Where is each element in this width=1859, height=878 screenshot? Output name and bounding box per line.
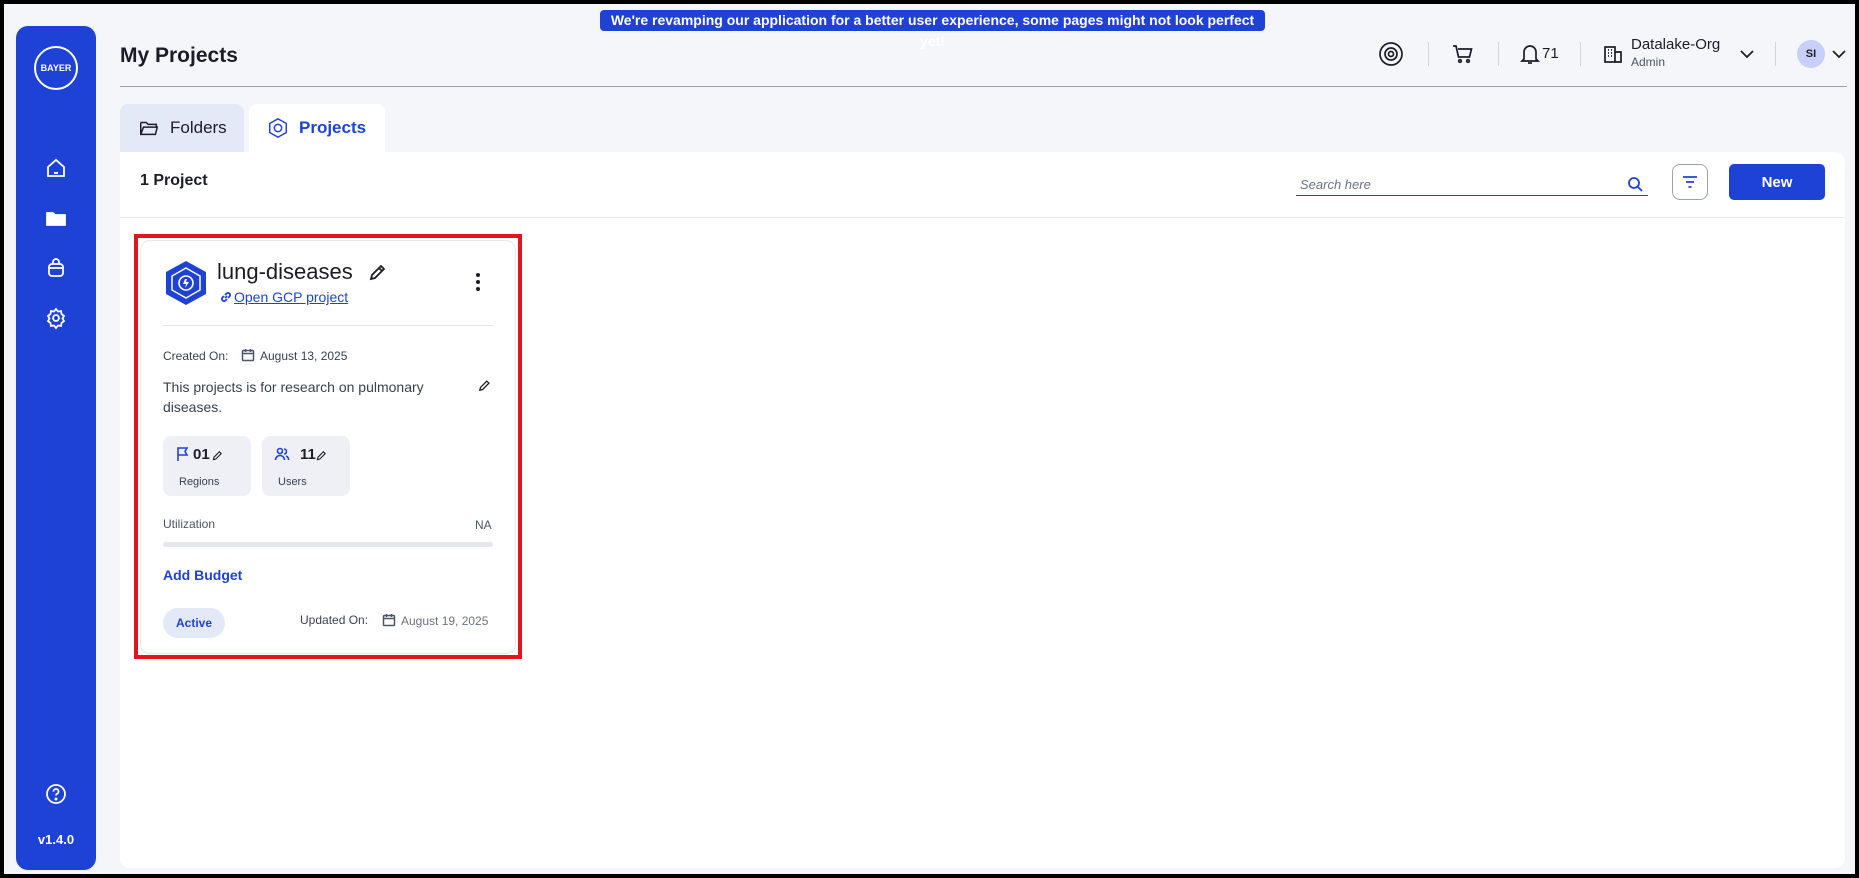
bell-icon[interactable] — [1517, 41, 1543, 67]
open-gcp-link[interactable]: Open GCP project — [220, 289, 348, 305]
status-badge: Active — [163, 608, 225, 638]
avatar[interactable]: SI — [1797, 40, 1825, 68]
edit-description-icon[interactable] — [477, 379, 491, 393]
users-stat: 11 Users — [262, 436, 350, 496]
search-icon[interactable] — [1626, 175, 1644, 193]
flag-icon — [177, 447, 189, 461]
folder-open-icon — [140, 121, 159, 136]
folder-icon[interactable] — [44, 206, 68, 230]
users-icon — [274, 447, 290, 461]
page-title: My Projects — [120, 44, 238, 67]
app-window: We're revamping our application for a be… — [0, 0, 1859, 878]
regions-value: 01 — [193, 446, 210, 463]
tab-projects[interactable]: Projects — [249, 104, 385, 152]
bayer-logo[interactable]: BAYER — [34, 46, 78, 90]
card-divider — [163, 325, 493, 326]
tab-label: Folders — [170, 118, 227, 137]
users-label: Users — [278, 476, 307, 488]
logo-text: BAYER — [40, 63, 72, 73]
calendar-icon — [241, 348, 255, 362]
link-icon — [221, 292, 231, 302]
home-icon[interactable] — [44, 156, 68, 180]
support-icon[interactable] — [1378, 41, 1404, 67]
created-label: Created On: — [163, 349, 229, 363]
chevron-down-icon[interactable] — [1734, 41, 1754, 67]
chevron-down-icon[interactable] — [1826, 41, 1846, 67]
utilization-value: NA — [475, 518, 492, 532]
cart-icon[interactable] — [1450, 41, 1476, 67]
updated-label: Updated On: — [300, 613, 369, 627]
created-date: August 13, 2025 — [260, 349, 348, 363]
toolbar-divider — [120, 217, 1845, 218]
filter-button[interactable] — [1672, 164, 1708, 200]
sidebar: BAYER v1.4.0 — [16, 26, 96, 870]
org-name[interactable]: Datalake-Org — [1631, 36, 1720, 53]
project-hex-icon — [269, 117, 287, 139]
filter-icon — [1683, 176, 1697, 188]
updated-date: August 19, 2025 — [401, 614, 489, 628]
header-divider — [1498, 42, 1499, 66]
edit-regions-icon[interactable] — [211, 449, 223, 461]
header-divider — [1428, 42, 1429, 66]
help-icon[interactable] — [44, 782, 68, 806]
header-divider-line — [120, 86, 1847, 87]
users-value: 11 — [300, 446, 316, 463]
building-icon — [1600, 41, 1626, 67]
project-name: lung-diseases — [217, 259, 353, 284]
edit-name-icon[interactable] — [367, 263, 387, 283]
more-options-icon[interactable] — [473, 273, 483, 295]
tab-label: Projects — [299, 118, 367, 137]
tab-folders[interactable]: Folders — [120, 104, 244, 152]
gear-icon[interactable] — [44, 306, 68, 330]
project-description: This projects is for research on pulmona… — [163, 379, 424, 415]
regions-label: Regions — [179, 476, 220, 488]
new-project-button[interactable]: New — [1729, 164, 1825, 200]
announcement-banner: We're revamping our application for a be… — [600, 10, 1265, 49]
project-hex-icon — [166, 261, 206, 305]
calendar-icon — [382, 613, 396, 627]
add-budget-link[interactable]: Add Budget — [163, 567, 242, 583]
utilization-bar — [163, 542, 493, 547]
app-version: v1.4.0 — [37, 832, 75, 847]
bag-icon[interactable] — [44, 256, 68, 280]
header-divider — [1580, 42, 1581, 66]
edit-users-icon[interactable] — [315, 449, 327, 461]
project-card[interactable]: lung-diseases Open GCP project Created O… — [140, 240, 516, 654]
project-count: 1 Project — [140, 172, 208, 189]
org-role: Admin — [1631, 55, 1666, 69]
utilization-label: Utilization — [163, 517, 216, 531]
header-divider — [1775, 42, 1776, 66]
notification-count: 71 — [1542, 45, 1559, 62]
regions-stat: 01 Regions — [163, 436, 251, 496]
gcp-link-text: Open GCP project — [234, 289, 349, 305]
search-input[interactable] — [1296, 174, 1648, 196]
